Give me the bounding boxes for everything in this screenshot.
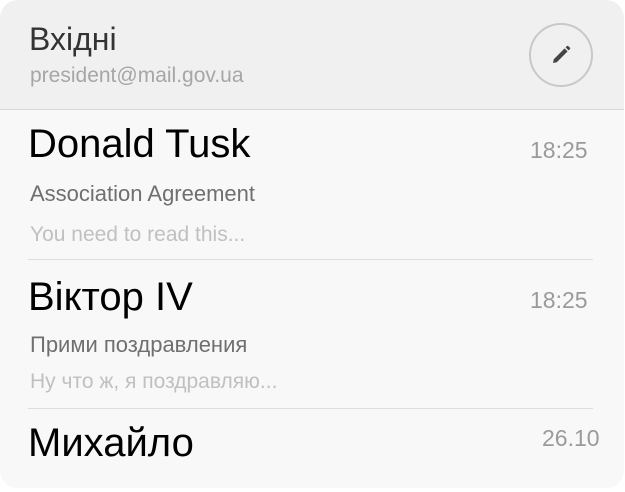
message-time: 18:25 (530, 287, 588, 313)
message-time: 26.10 (542, 425, 600, 451)
message-sender: Donald Tusk (28, 122, 251, 166)
compose-button[interactable] (529, 23, 593, 87)
message-item[interactable]: Donald Tusk 18:25 Association Agreement … (0, 110, 624, 260)
message-item[interactable]: Михайло 26.10 (0, 409, 624, 488)
message-sender: Михайло (28, 421, 194, 465)
message-time: 18:25 (530, 137, 588, 163)
message-preview: You need to read this... (30, 223, 246, 246)
message-subject: Association Agreement (30, 181, 256, 206)
account-email: president@mail.gov.ua (30, 64, 244, 87)
message-item[interactable]: Віктор IV 18:25 Прими поздравления Ну чт… (0, 260, 624, 408)
inbox-screen: Вхідні president@mail.gov.ua Donald Tusk… (0, 0, 624, 488)
inbox-title: Вхідні (29, 21, 117, 57)
message-subject: Прими поздравления (30, 332, 248, 357)
message-sender: Віктор IV (28, 275, 193, 319)
pencil-icon (553, 45, 571, 63)
message-preview: Ну что ж, я поздравляю... (30, 370, 278, 393)
inbox-header: Вхідні president@mail.gov.ua (0, 0, 624, 110)
